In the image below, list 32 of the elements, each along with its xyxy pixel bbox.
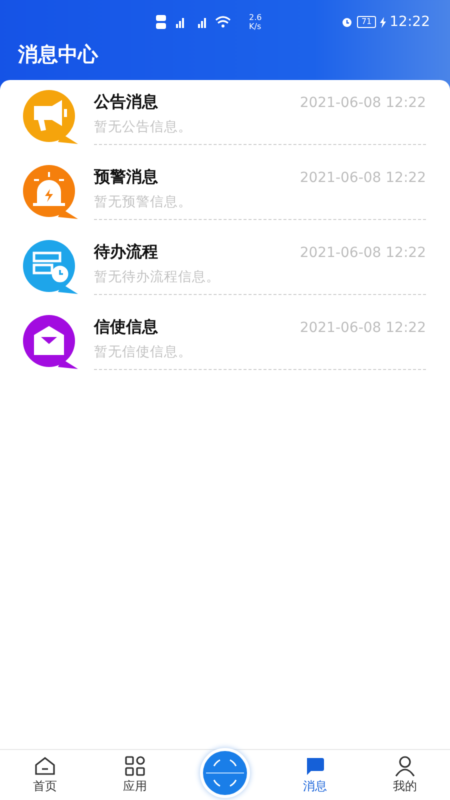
person-icon — [394, 755, 416, 777]
chat-icon — [304, 755, 326, 777]
nav-tab[interactable]: 首页 — [27, 753, 63, 797]
message-title: 公告消息 — [94, 92, 158, 113]
message-time: 2021-06-08 12:22 — [300, 170, 426, 186]
message-item[interactable]: 信使信息 2021-06-08 12:22 暂无信使信息。 — [0, 313, 450, 388]
grid-icon — [124, 755, 146, 777]
message-time: 2021-06-08 12:22 — [300, 320, 426, 336]
message-time: 2021-06-08 12:22 — [300, 244, 426, 260]
page-title: 消息中心 — [16, 44, 100, 64]
network-speed: 2.6 — [249, 13, 262, 22]
message-item[interactable]: 公告消息 2021-06-08 12:22 暂无公告信息。 — [0, 88, 450, 163]
message-preview: 暂无公告信息。 — [94, 118, 193, 136]
message-title: 待办流程 — [94, 242, 158, 263]
clock: 12:22 — [390, 14, 430, 30]
message-title: 预警消息 — [94, 167, 158, 188]
nav-tab[interactable]: 我的 — [387, 753, 423, 797]
message-item[interactable]: 待办流程 2021-06-08 12:22 暂无待办流程信息。 — [0, 238, 450, 313]
home-icon — [34, 755, 56, 777]
message-time: 2021-06-08 12:22 — [300, 94, 426, 110]
nav-tab[interactable]: 消息 — [297, 753, 333, 797]
speed-unit: K/s — [249, 22, 262, 31]
alarm-icon — [341, 16, 354, 28]
message-preview: 暂无信使信息。 — [94, 343, 193, 361]
message-preview: 暂无预警信息。 — [94, 193, 193, 211]
message-item[interactable]: 预警消息 2021-06-08 12:22 暂无预警信息。 — [0, 163, 450, 238]
nav-tab[interactable]: 应用 — [117, 753, 153, 797]
message-preview: 暂无待办流程信息。 — [94, 268, 221, 286]
battery-level: 71 — [357, 16, 376, 28]
center-button[interactable] — [200, 748, 250, 798]
charging-icon — [380, 16, 386, 28]
message-title: 信使信息 — [94, 317, 158, 338]
